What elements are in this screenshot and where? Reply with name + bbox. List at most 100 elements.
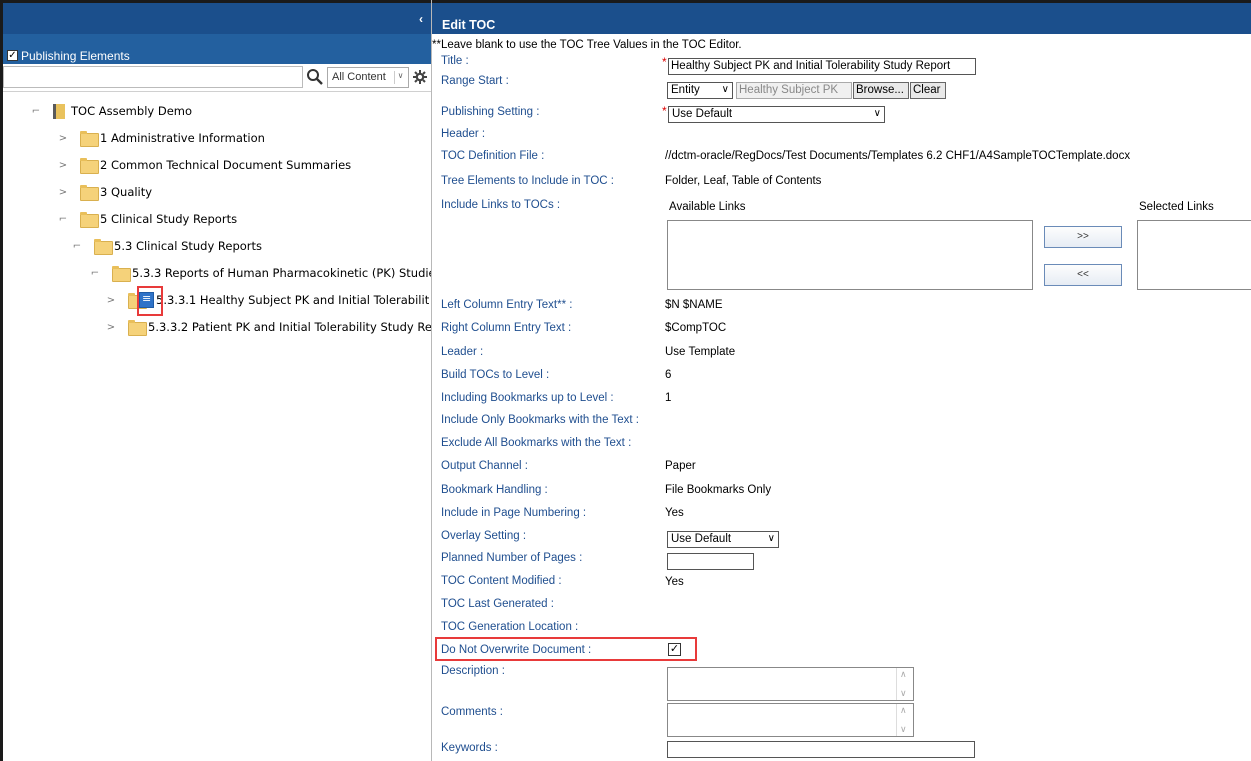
- search-icon[interactable]: [306, 68, 324, 86]
- overlay-setting-label: Overlay Setting :: [441, 530, 527, 542]
- description-textarea[interactable]: ∧ ∨: [667, 667, 914, 701]
- collapse-panel-button[interactable]: ‹: [419, 12, 423, 26]
- selected-links-label: Selected Links: [1139, 201, 1214, 213]
- tree-node-5-3-3-2[interactable]: > 5.3.3.2 Patient PK and Initial Tolerab…: [106, 317, 432, 337]
- content-modified-label: TOC Content Modified :: [441, 575, 562, 587]
- bookmark-handling-label: Bookmark Handling :: [441, 484, 548, 496]
- scrollbar[interactable]: ∧ ∨: [896, 668, 913, 700]
- chevron-down-icon: ∨: [721, 84, 729, 95]
- folder-icon: [80, 158, 99, 174]
- tree-node-quality[interactable]: > 3 Quality: [58, 182, 152, 202]
- tree-elements-label: Tree Elements to Include in TOC :: [441, 175, 615, 187]
- scroll-up-icon[interactable]: ∧: [900, 705, 907, 716]
- tree-node-5-3[interactable]: ⌐ 5.3 Clinical Study Reports: [72, 236, 262, 256]
- keywords-input[interactable]: [667, 741, 975, 758]
- exclude-all-label: Exclude All Bookmarks with the Text :: [441, 437, 632, 449]
- description-label: Description :: [441, 665, 505, 677]
- content-filter-select[interactable]: All Content ∨: [327, 67, 409, 88]
- add-link-button[interactable]: >>: [1044, 226, 1122, 248]
- collapse-icon[interactable]: ⌐: [72, 241, 82, 252]
- do-not-overwrite-highlight: [435, 637, 697, 661]
- overlay-setting-select[interactable]: Use Default ∨: [667, 531, 779, 548]
- folder-icon: [112, 266, 131, 282]
- search-input[interactable]: [3, 66, 303, 88]
- collapse-icon[interactable]: ⌐: [58, 214, 68, 225]
- build-level-value: 6: [665, 369, 672, 381]
- available-links-label: Available Links: [669, 201, 746, 213]
- tree-node-administrative[interactable]: > 1 Administrative Information: [58, 128, 265, 148]
- publishing-elements-checkbox[interactable]: ✓: [7, 50, 18, 61]
- publishing-elements-panel: ‹ ✓ Publishing Elements All Content ∨ ⌐ …: [0, 0, 432, 761]
- comments-textarea[interactable]: ∧ ∨: [667, 703, 914, 737]
- chevron-down-icon: ∨: [767, 533, 775, 544]
- leader-value: Use Template: [665, 346, 736, 358]
- toc-definition-file-value: //dctm-oracle/RegDocs/Test Documents/Tem…: [665, 150, 1131, 162]
- tree-node-toc-assembly-demo[interactable]: ⌐ TOC Assembly Demo: [31, 101, 192, 121]
- scroll-down-icon[interactable]: ∨: [900, 724, 907, 735]
- left-column-value: $N $NAME: [665, 299, 723, 311]
- folder-icon: [80, 131, 99, 147]
- blank-values-note: **Leave blank to use the TOC Tree Values…: [432, 39, 742, 51]
- publishing-setting-select[interactable]: Use Default ∨: [668, 106, 885, 123]
- include-only-label: Include Only Bookmarks with the Text :: [441, 414, 639, 426]
- clear-button[interactable]: Clear: [910, 82, 946, 99]
- toc-definition-file-label: TOC Definition File :: [441, 150, 545, 162]
- include-links-label: Include Links to TOCs :: [441, 199, 561, 211]
- bookmark-handling-value: File Bookmarks Only: [665, 484, 772, 496]
- folder-icon: [94, 239, 113, 255]
- folder-icon: [128, 320, 147, 336]
- scroll-up-icon[interactable]: ∧: [900, 669, 907, 680]
- edit-toc-panel: Edit TOC **Leave blank to use the TOC Tr…: [432, 0, 1251, 761]
- tree-node-label: 1 Administrative Information: [100, 131, 265, 145]
- tree-node-5-3-3[interactable]: ⌐ 5.3.3 Reports of Human Pharmacokinetic…: [90, 263, 431, 283]
- selected-links-list[interactable]: [1137, 220, 1251, 290]
- tree-elements-value: Folder, Leaf, Table of Contents: [665, 175, 822, 187]
- remove-link-button[interactable]: <<: [1044, 264, 1122, 286]
- left-panel-titlebar: ‹: [3, 0, 431, 34]
- title-input[interactable]: Healthy Subject PK and Initial Tolerabil…: [668, 58, 976, 75]
- required-marker: *: [662, 55, 667, 69]
- expand-icon[interactable]: >: [58, 160, 68, 171]
- content-modified-value: Yes: [665, 576, 684, 588]
- generation-location-label: TOC Generation Location :: [441, 621, 579, 633]
- last-generated-label: TOC Last Generated :: [441, 598, 554, 610]
- tree-node-label: 5.3.3.2 Patient PK and Initial Tolerabil…: [148, 320, 432, 334]
- gear-icon[interactable]: [413, 70, 427, 84]
- right-column-label: Right Column Entry Text :: [441, 322, 572, 334]
- tree-node-ctd-summaries[interactable]: > 2 Common Technical Document Summaries: [58, 155, 351, 175]
- page-numbering-label: Include in Page Numbering :: [441, 507, 587, 519]
- collapse-icon[interactable]: ⌐: [90, 268, 100, 279]
- output-channel-value: Paper: [665, 460, 696, 472]
- folder-icon: [128, 293, 147, 309]
- tree-node-label: 5 Clinical Study Reports: [100, 212, 238, 226]
- range-start-select[interactable]: Entity ∨: [667, 82, 733, 99]
- chevron-down-icon: ∨: [394, 71, 406, 84]
- tree-node-label: 3 Quality: [100, 185, 153, 199]
- expand-icon[interactable]: >: [58, 187, 68, 198]
- range-start-label: Range Start :: [441, 75, 509, 87]
- available-links-list[interactable]: [667, 220, 1033, 290]
- browse-button[interactable]: Browse...: [853, 82, 909, 99]
- publishing-elements-header: ✓ Publishing Elements: [3, 34, 431, 64]
- edit-toc-title: Edit TOC: [432, 0, 1251, 34]
- required-marker: *: [662, 104, 667, 118]
- tree-node-label: 5.3.3.1 Healthy Subject PK and Initial T…: [156, 293, 430, 307]
- tree-node-clinical-study-reports[interactable]: ⌐ 5 Clinical Study Reports: [58, 209, 237, 229]
- publishing-setting-label: Publishing Setting :: [441, 106, 540, 118]
- expand-icon[interactable]: >: [58, 133, 68, 144]
- planned-pages-label: Planned Number of Pages :: [441, 552, 583, 564]
- comments-label: Comments :: [441, 706, 503, 718]
- expand-icon[interactable]: >: [106, 295, 116, 306]
- expand-icon[interactable]: >: [106, 322, 116, 333]
- tree-node-label: 2 Common Technical Document Summaries: [100, 158, 352, 172]
- search-row: All Content ∨: [3, 64, 431, 92]
- bookmark-level-label: Including Bookmarks up to Level :: [441, 392, 614, 404]
- header-label: Header :: [441, 128, 486, 140]
- tree-node-label: TOC Assembly Demo: [71, 104, 193, 118]
- range-start-value: Entity: [671, 84, 700, 96]
- collapse-icon[interactable]: ⌐: [31, 106, 41, 117]
- planned-pages-input[interactable]: [667, 553, 754, 570]
- leader-label: Leader :: [441, 346, 484, 358]
- scrollbar[interactable]: ∧ ∨: [896, 704, 913, 736]
- scroll-down-icon[interactable]: ∨: [900, 688, 907, 699]
